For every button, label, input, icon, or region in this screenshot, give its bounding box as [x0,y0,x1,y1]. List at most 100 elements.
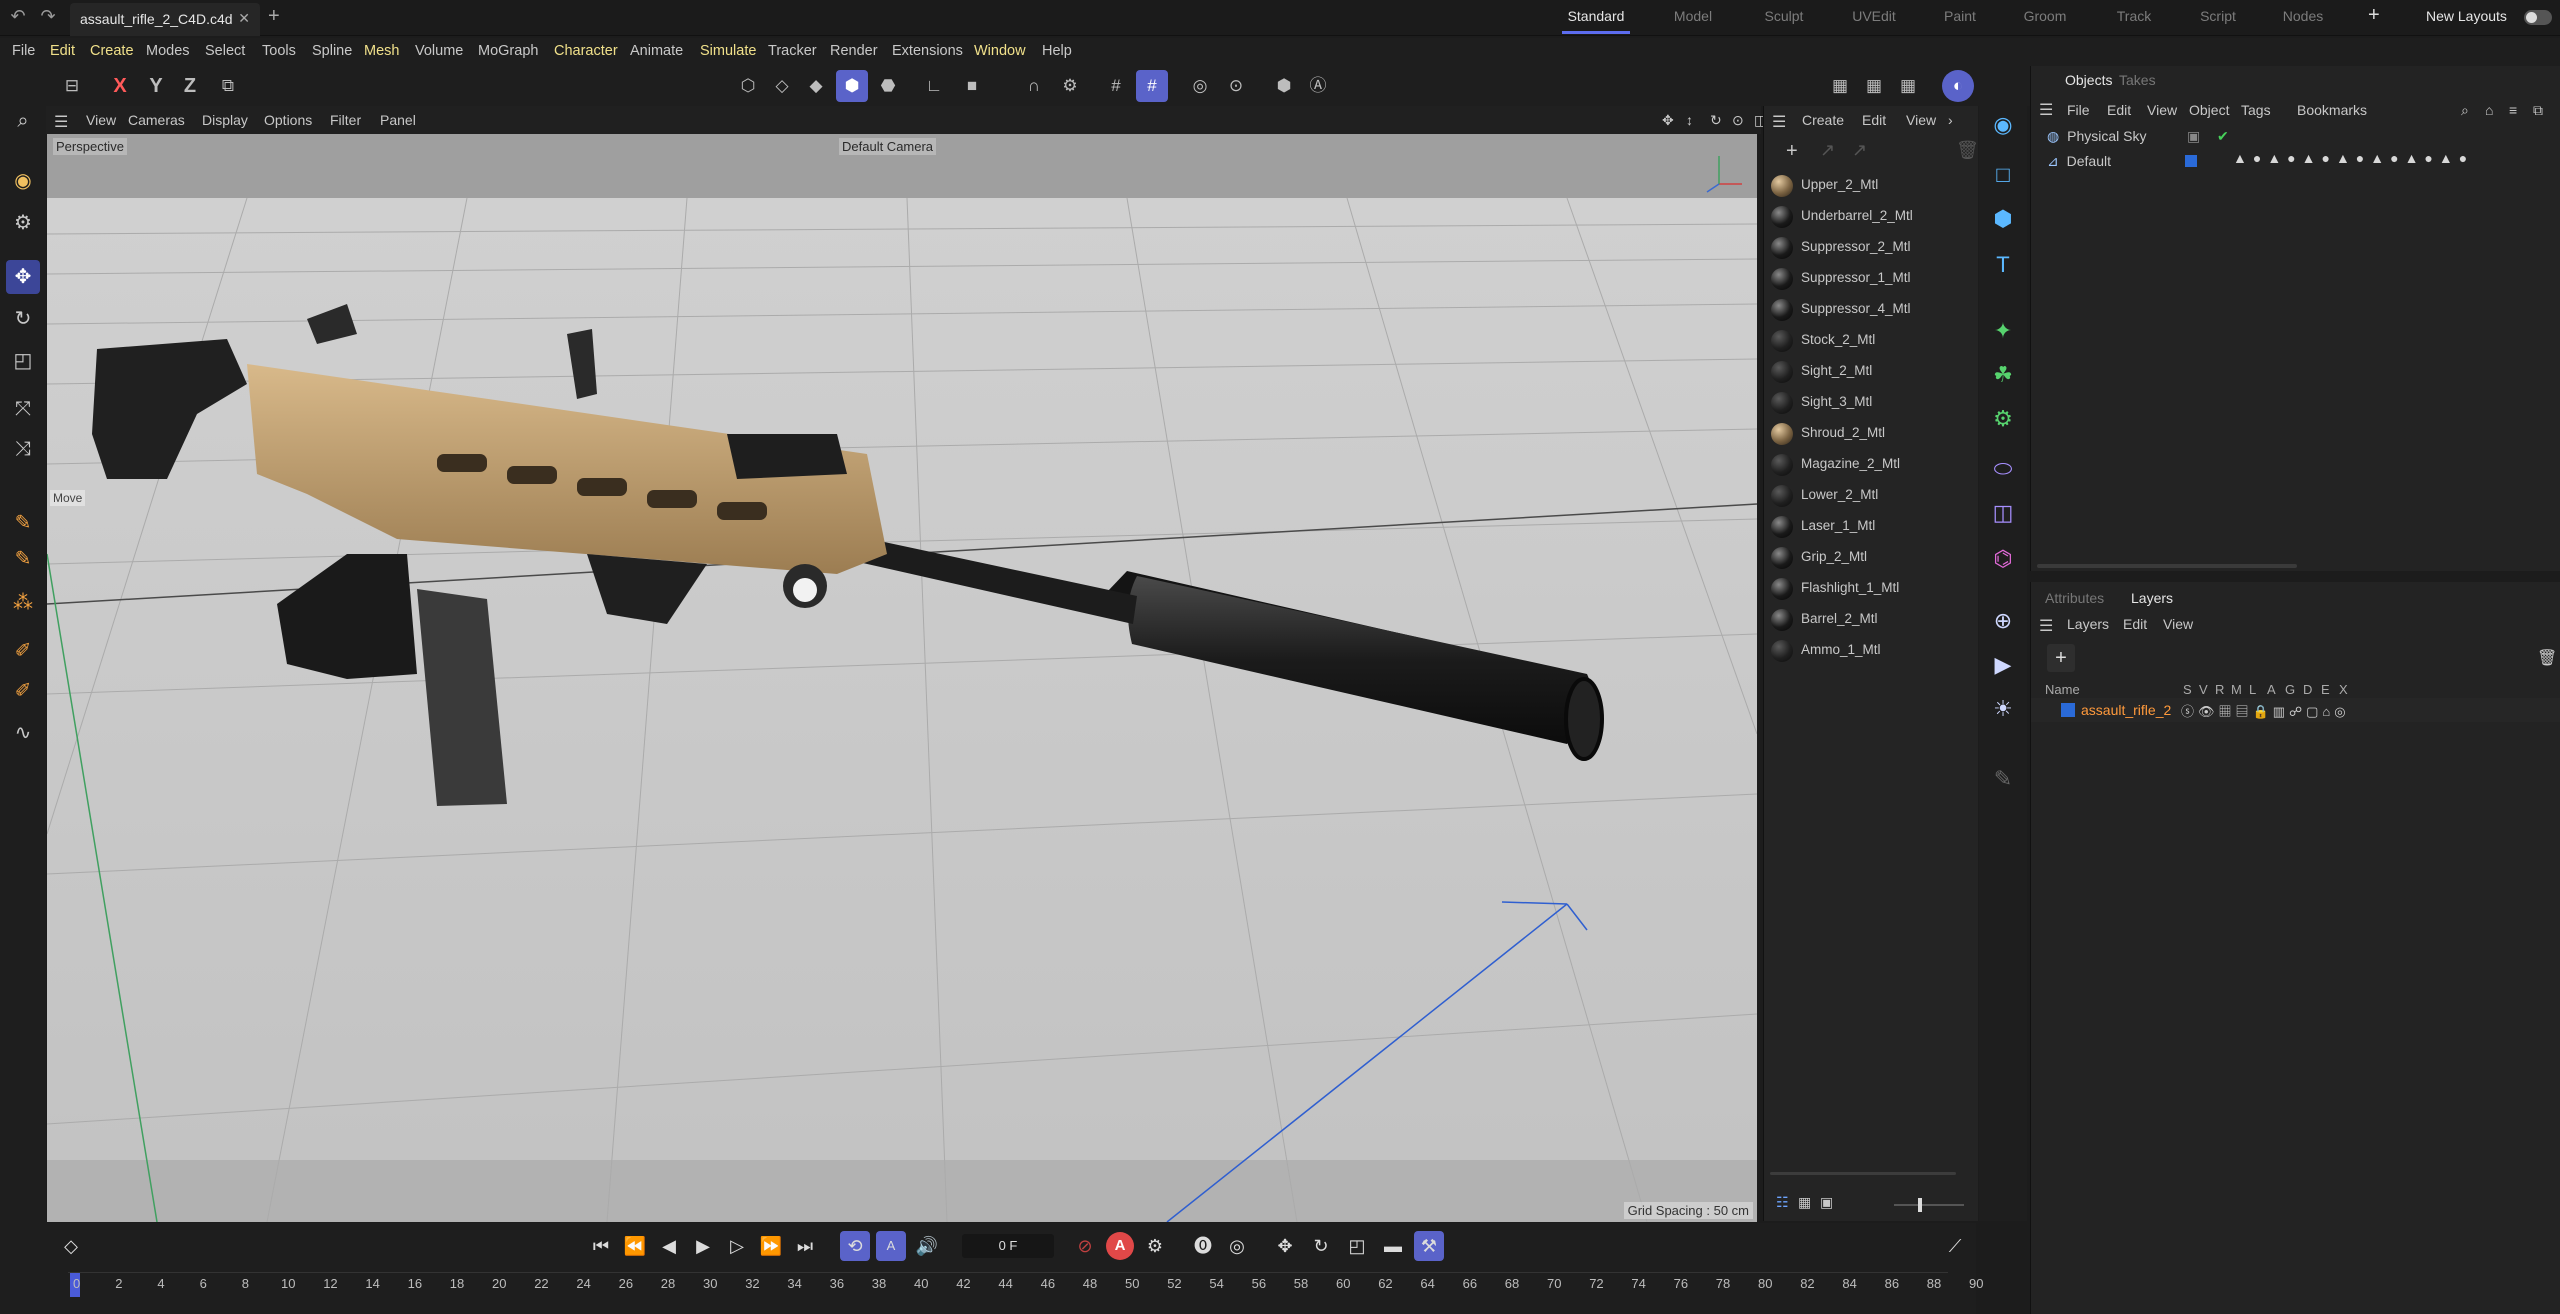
objects-menu-view[interactable]: View [2147,102,2177,118]
tab-attributes[interactable]: Attributes [2045,590,2104,606]
field-icon[interactable]: ◫ [1986,496,2020,530]
search-icon[interactable]: ⌕ [6,104,40,138]
layer-name[interactable]: assault_rifle_2 [2081,702,2171,718]
material-item[interactable]: Suppressor_2_Mtl [1767,234,1972,262]
menu-extensions[interactable]: Extensions [892,43,963,59]
model-mode-icon[interactable]: ⬢ [836,70,868,102]
render-settings-icon[interactable]: ⊙ [1220,70,1252,102]
layout-tab-paint[interactable]: Paint [1940,8,1980,24]
viewport-menu-display[interactable]: Display [202,112,248,128]
layout-tab-script[interactable]: Script [2196,8,2240,24]
layers-menu-layers[interactable]: Layers [2067,616,2109,632]
viewport-solo-icon[interactable]: ⬢ [1268,70,1300,102]
menu-tools[interactable]: Tools [262,43,296,59]
layout-tab-uvedit[interactable]: UVEdit [1844,8,1904,24]
tweak-icon[interactable]: ⚙ [6,206,40,240]
tab-takes[interactable]: Takes [2119,72,2156,88]
enabled-check-icon[interactable]: ✔ [2217,128,2229,145]
layer-color-swatch[interactable] [2061,703,2075,717]
generator-icon[interactable]: ✦ [1986,314,2020,348]
viewport-menu-panel[interactable]: Panel [380,112,416,128]
layout-tab-standard[interactable]: Standard [1566,8,1626,24]
material-item[interactable]: Suppressor_1_Mtl [1767,265,1972,293]
next-frame-icon[interactable]: ▷ [722,1231,752,1261]
record-keys-button[interactable]: A [1106,1232,1134,1260]
objects-menu-bookmarks[interactable]: Bookmarks [2297,102,2367,118]
preview-size-handle[interactable] [1918,1198,1922,1212]
preview-range-icon[interactable]: A [876,1231,906,1261]
material-tags-row[interactable]: ▲●▲●▲●▲●▲●▲●▲● [2233,150,2473,166]
menu-help[interactable]: Help [1042,43,1072,59]
layer-color-swatch[interactable] [2185,155,2197,167]
effector-icon[interactable]: ⚙ [1986,402,2020,436]
play-icon[interactable]: ▶ [688,1231,718,1261]
go-to-start-icon[interactable]: ⏮ [586,1231,616,1261]
display-tag-icon[interactable]: ▣ [2187,128,2200,145]
polygons-mode-icon[interactable]: ◆ [800,70,832,102]
brush-icon[interactable]: ✐ [6,634,40,668]
loop-icon[interactable]: ⟲ [840,1231,870,1261]
text-icon[interactable]: T [1986,248,2020,282]
live-selection-icon[interactable]: ◉ [6,164,40,198]
axis-mode-icon[interactable]: ∟ [918,70,950,102]
deformer-icon[interactable]: ⬭ [1986,452,2020,486]
material-item[interactable]: Upper_2_Mtl [1767,172,1972,200]
knife-icon[interactable]: ✐ [6,674,40,708]
material-hamburger-icon[interactable]: ☰ [1772,112,1786,132]
tab-layers[interactable]: Layers [2131,590,2173,606]
material-item[interactable]: Laser_1_Mtl [1767,513,1972,541]
key-param-icon[interactable]: ▬ [1378,1231,1408,1261]
menu-volume[interactable]: Volume [415,43,463,59]
document-tab[interactable]: assault_rifle_2_C4D.c4d ✕ [70,3,260,36]
layout-tab-nodes[interactable]: Nodes [2280,8,2326,24]
menu-spline[interactable]: Spline [312,43,352,59]
snap-settings-icon[interactable]: ⚙ [1054,70,1086,102]
menu-edit[interactable]: Edit [50,43,75,59]
spline-pen-icon[interactable]: ✎ [6,506,40,540]
timeline-track[interactable] [68,1272,1948,1273]
xpresso-icon[interactable]: ⌬ [1986,542,2020,576]
material-item[interactable]: Ammo_1_Mtl [1767,637,1972,665]
redo-icon[interactable]: ↷ [38,6,58,28]
material-menu-create[interactable]: Create [1802,112,1844,128]
uv-mode-icon[interactable]: ⬣ [872,70,904,102]
camera-icon[interactable]: ▶ [1986,648,2020,682]
placement-tool-icon[interactable]: ⤨ [6,432,40,466]
material-item[interactable]: Flashlight_1_Mtl [1767,575,1972,603]
deformer-icon[interactable]: ⁂ [6,586,40,620]
light-icon[interactable]: ☀ [1986,692,2020,726]
key-scale-icon[interactable]: ◰ [1342,1231,1372,1261]
viewport-reset-icon[interactable]: ⊙ [1732,112,1744,129]
null-object-icon[interactable]: ◉ [1986,108,2020,142]
menu-select[interactable]: Select [205,43,245,59]
viewport-hamburger-icon[interactable]: ☰ [54,112,68,132]
magnet-icon[interactable]: ∿ [6,716,40,750]
render-settings-clapper-icon[interactable]: ▦ [1892,70,1924,102]
material-menu-edit[interactable]: Edit [1862,112,1886,128]
axis-z-lock[interactable]: Z [174,70,206,102]
objects-filter-icon[interactable]: ≡ [2509,102,2517,118]
object-row-default[interactable]: ⊿ Default ▲●▲●▲●▲●▲●▲●▲● [2047,150,2467,170]
autokey-settings-icon[interactable]: ⚙ [1140,1231,1170,1261]
spline-sketch-icon[interactable]: ✎ [6,542,40,576]
objects-scrollbar[interactable] [2037,564,2297,568]
cloner-icon[interactable]: ☘ [1986,358,2020,392]
go-to-end-icon[interactable]: ⏭ [790,1231,820,1261]
render-region-icon[interactable]: ◎ [1184,70,1216,102]
auto-mode-icon[interactable]: Ⓐ [1302,70,1334,102]
keyframe-selection-icon[interactable]: ⓿ [1188,1231,1218,1261]
material-more-icon[interactable]: › [1948,112,1953,128]
menu-animate[interactable]: Animate [630,43,683,59]
edges-mode-icon[interactable]: ◇ [766,70,798,102]
layers-menu-edit[interactable]: Edit [2123,616,2147,632]
objects-menu-tags[interactable]: Tags [2241,102,2271,118]
layout-tab-sculpt[interactable]: Sculpt [1756,8,1812,24]
add-layout-icon[interactable]: + [2368,4,2380,27]
material-item[interactable]: Underbarrel_2_Mtl [1767,203,1972,231]
add-layer-button[interactable]: + [2047,644,2075,672]
layer-flags-icons[interactable]: ⓢ👁▦▤🔒▥☍▢⌂◎ [2181,701,2350,720]
spline-rect-icon[interactable]: □ [1986,158,2020,192]
material-item[interactable]: Magazine_2_Mtl [1767,451,1972,479]
key-rotation-icon[interactable]: ↻ [1306,1231,1336,1261]
axis-x-lock[interactable]: X [104,70,136,102]
